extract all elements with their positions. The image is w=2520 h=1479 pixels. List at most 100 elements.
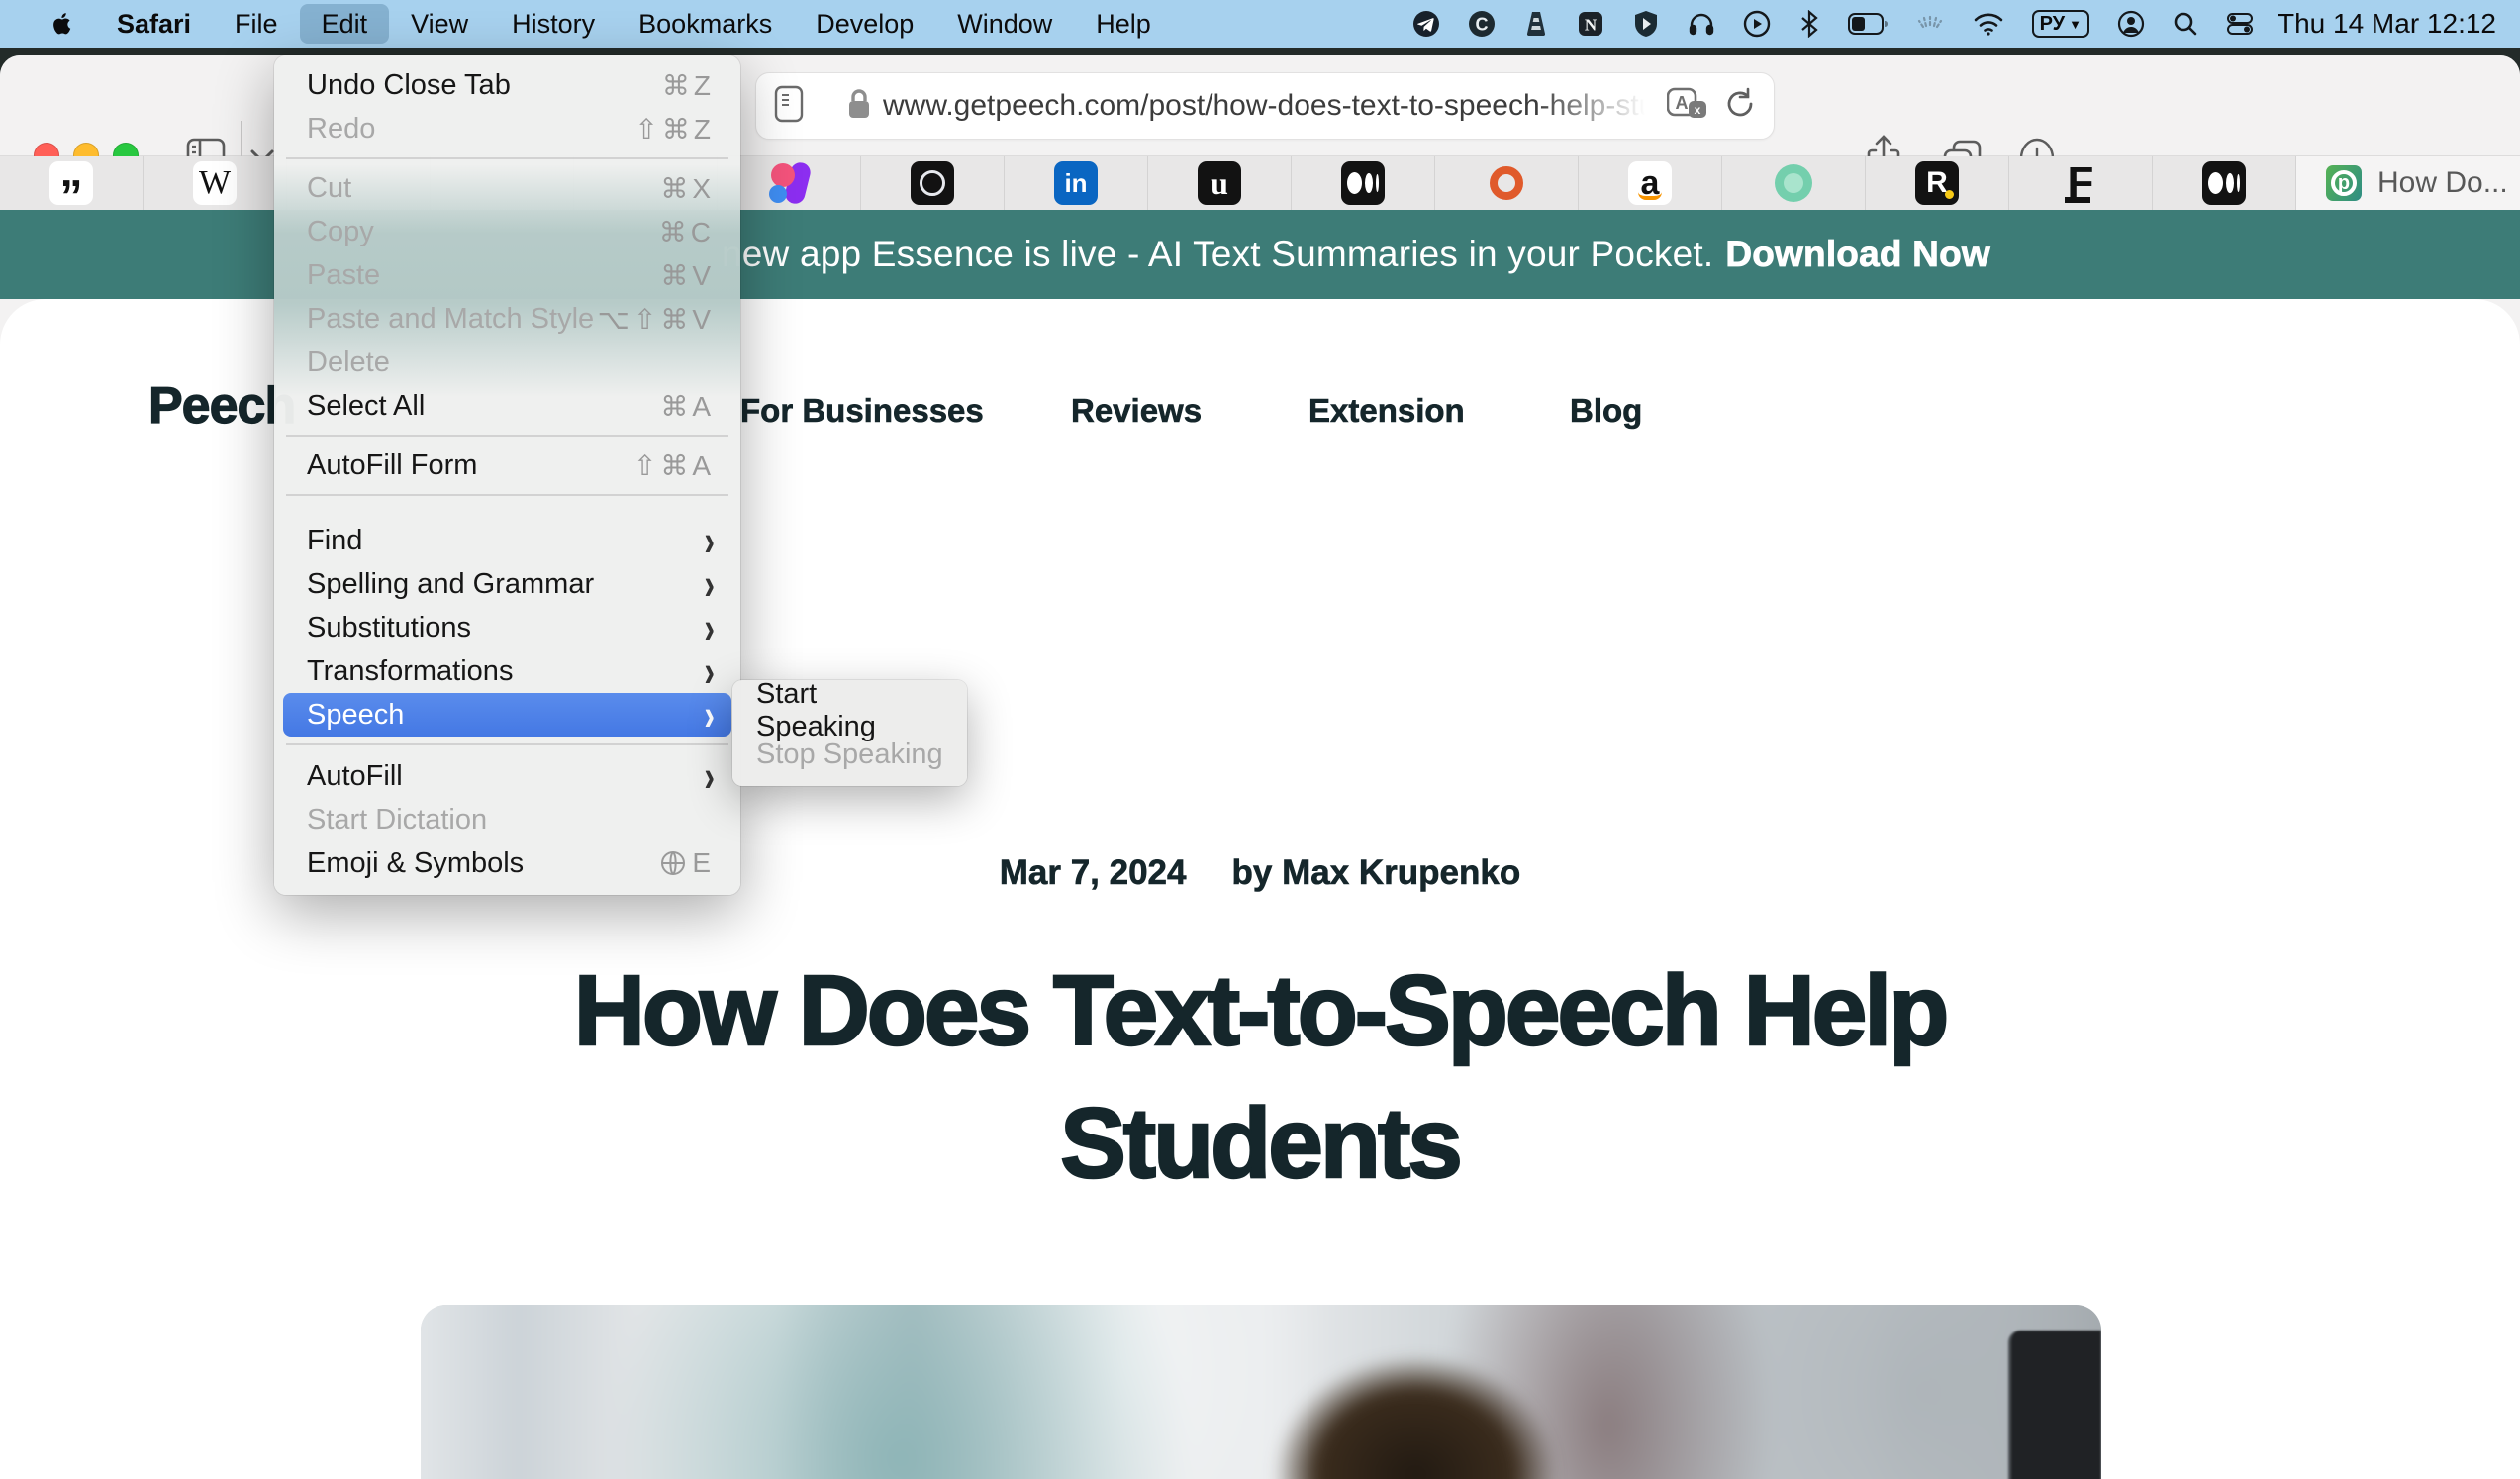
menu-bar-clock[interactable]: Thu 14 Mar 12:12	[2268, 8, 2520, 40]
lock-icon	[847, 88, 871, 125]
menu-bar-app-name[interactable]: Safari	[95, 4, 213, 44]
reload-button[interactable]	[1724, 87, 1756, 126]
pinned-tab[interactable]: u	[1148, 156, 1292, 210]
menu-item-copy: Copy⌘C	[274, 210, 740, 253]
battery-icon[interactable]	[1834, 0, 1901, 48]
svg-text:C: C	[1475, 15, 1488, 35]
menu-separator	[286, 435, 728, 437]
globe-icon	[660, 850, 686, 876]
active-tab[interactable]: p How Do...	[2296, 156, 2520, 210]
url-text[interactable]: www.getpeech.com/post/how-does-text-to-s…	[883, 89, 1645, 123]
r-dot-favicon: R	[1915, 161, 1959, 205]
submenu-item-start-speaking[interactable]: Start Speaking	[732, 689, 967, 733]
menu-item-autofill-form[interactable]: AutoFill Form⇧⌘A	[274, 444, 740, 487]
menu-separator	[286, 743, 728, 745]
pinned-tab[interactable]	[861, 156, 1005, 210]
dark-ring-favicon	[911, 161, 954, 205]
menu-item-redo: Redo⇧⌘Z	[274, 107, 740, 150]
orange-ring-favicon	[1485, 161, 1528, 205]
nav-extension[interactable]: Extension	[1308, 392, 1465, 430]
pinned-tab[interactable]: ”	[0, 156, 144, 210]
menu-item-cut: Cut⌘X	[274, 166, 740, 210]
amazon-favicon: a	[1628, 161, 1672, 205]
mint-hand-favicon	[1772, 161, 1815, 205]
banner-message: new app Essence is live - AI Text Summar…	[722, 234, 1713, 275]
bluetooth-icon[interactable]	[1785, 0, 1834, 48]
submenu-item-stop-speaking: Stop Speaking	[732, 733, 967, 776]
menu-item-spelling-and-grammar[interactable]: Spelling and Grammar	[274, 562, 740, 606]
pinned-tab[interactable]	[1722, 156, 1866, 210]
pinned-tab[interactable]	[1435, 156, 1579, 210]
control-center-icon[interactable]	[2212, 0, 2268, 48]
pinned-tab[interactable]	[1292, 156, 1435, 210]
user-account-icon[interactable]	[2103, 0, 2159, 48]
url-field[interactable]: www.getpeech.com/post/how-does-text-to-s…	[755, 72, 1775, 140]
pinned-tab[interactable]: F	[2009, 156, 2153, 210]
menu-bar-item-history[interactable]: History	[490, 4, 617, 44]
shield-icon[interactable]	[1618, 0, 1674, 48]
menu-item-delete: Delete	[274, 341, 740, 384]
pinned-tab[interactable]	[2153, 156, 2296, 210]
apple-menu[interactable]	[30, 9, 95, 39]
menu-bar-item-help[interactable]: Help	[1074, 4, 1173, 44]
peech-favicon: p	[2326, 165, 2362, 201]
play-circle-icon[interactable]	[1729, 0, 1785, 48]
nav-for-businesses[interactable]: For Businesses	[740, 392, 984, 430]
site-logo[interactable]: Peech	[148, 376, 295, 436]
menu-item-substitutions[interactable]: Substitutions	[274, 606, 740, 649]
menu-bar-item-bookmarks[interactable]: Bookmarks	[617, 4, 794, 44]
pinned-tab[interactable]: R	[1866, 156, 2009, 210]
toolbar-divider	[241, 121, 242, 160]
medium-favicon	[1341, 161, 1385, 205]
vlc-cone-icon[interactable]	[1509, 0, 1563, 48]
c-circle-icon[interactable]: C	[1454, 0, 1509, 48]
headphones-icon[interactable]	[1674, 0, 1729, 48]
menu-item-speech[interactable]: Speech	[283, 693, 731, 737]
menu-separator	[286, 494, 728, 496]
svg-text:N: N	[1584, 16, 1597, 35]
menu-bar-item-edit[interactable]: Edit	[300, 4, 390, 44]
menu-bar-item-window[interactable]: Window	[935, 4, 1074, 44]
nav-blog[interactable]: Blog	[1570, 392, 1642, 430]
pinned-tab[interactable]: in	[1005, 156, 1148, 210]
udemy-favicon: u	[1198, 161, 1241, 205]
medium-favicon	[2202, 161, 2246, 205]
menu-bar: Safari File Edit View History Bookmarks …	[0, 0, 2520, 48]
telegram-icon[interactable]	[1399, 0, 1454, 48]
wikipedia-favicon: W	[193, 161, 237, 205]
pinned-tab[interactable]: a	[1579, 156, 1722, 210]
article-hero-image	[421, 1305, 2101, 1479]
translate-icon[interactable]: Ax	[1667, 86, 1708, 127]
edit-menu-dropdown: Undo Close Tab⌘Z Redo⇧⌘Z Cut⌘X Copy⌘C Pa…	[274, 55, 740, 895]
menu-item-find[interactable]: Find	[274, 519, 740, 562]
menu-item-autofill[interactable]: AutoFill	[274, 754, 740, 798]
wifi-icon[interactable]	[1959, 0, 2018, 48]
color-petals-favicon	[767, 161, 811, 205]
menu-item-select-all[interactable]: Select All⌘A	[274, 384, 740, 428]
apple-icon	[49, 9, 75, 39]
input-source-label: РУ▼	[2032, 10, 2089, 38]
banner-download-link[interactable]: Download Now	[1725, 234, 1990, 275]
menu-bar-item-file[interactable]: File	[213, 4, 300, 44]
keyboard-brightness-icon[interactable]	[1901, 0, 1959, 48]
speech-submenu: Start Speaking Stop Speaking	[732, 680, 967, 786]
menu-item-transformations[interactable]: Transformations	[274, 649, 740, 693]
svg-text:x: x	[1695, 103, 1701, 117]
pinned-tab[interactable]: W	[144, 156, 287, 210]
svg-text:A: A	[1676, 93, 1689, 113]
menu-item-undo-close-tab[interactable]: Undo Close Tab⌘Z	[274, 63, 740, 107]
url-fade	[1536, 89, 1645, 123]
notion-icon[interactable]: N	[1563, 0, 1618, 48]
nav-reviews[interactable]: Reviews	[1071, 392, 1202, 430]
menu-bar-item-develop[interactable]: Develop	[794, 4, 935, 44]
menu-item-start-dictation: Start Dictation	[274, 798, 740, 841]
menu-bar-item-view[interactable]: View	[389, 4, 490, 44]
menu-item-emoji-and-symbols[interactable]: Emoji & Symbols E	[274, 841, 740, 885]
spotlight-search-icon[interactable]	[2159, 0, 2212, 48]
quotes-favicon: ”	[49, 161, 93, 205]
menu-separator	[286, 157, 728, 159]
reader-view-icon[interactable]	[774, 85, 804, 128]
input-source-switcher[interactable]: РУ▼	[2018, 0, 2103, 48]
menu-bar-status-area: C N	[1399, 0, 2520, 48]
article-date: Mar 7, 2024	[1000, 853, 1187, 893]
